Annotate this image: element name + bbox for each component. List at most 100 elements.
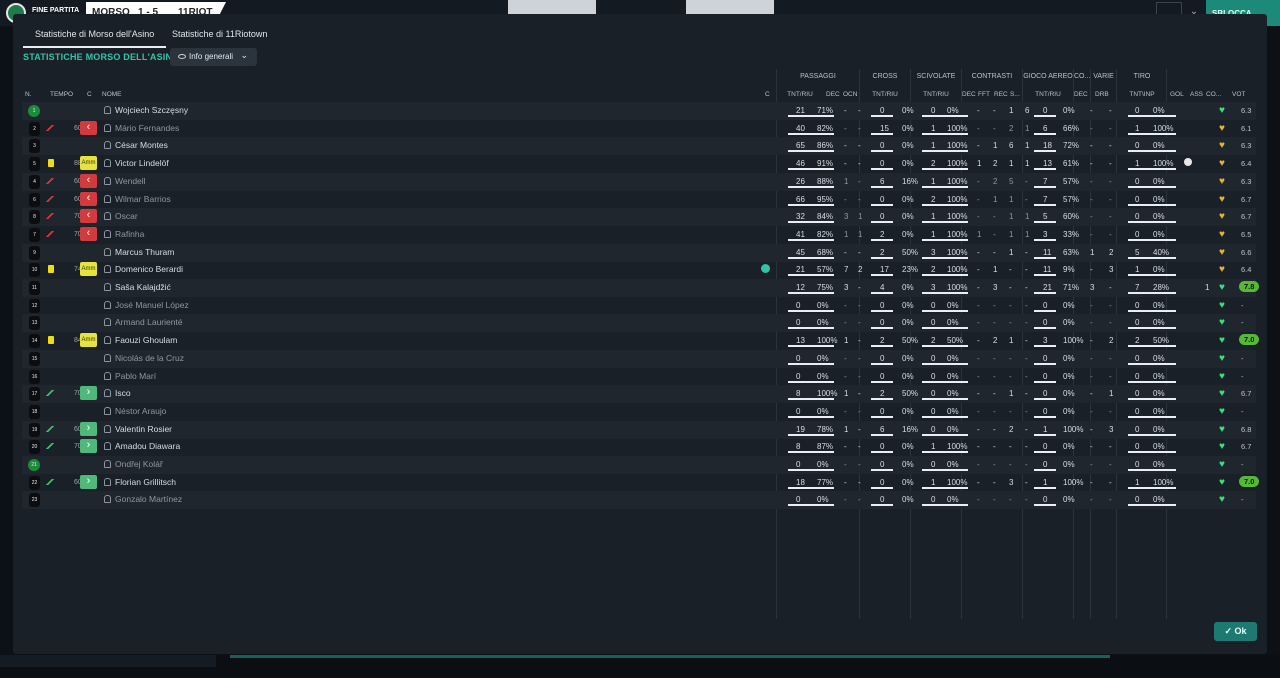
player-name[interactable]: Armand Laurienté [115,317,183,327]
player-name[interactable]: Nicolás de la Cruz [115,353,184,363]
table-row[interactable]: 22 60 › Florian Grillitsch 18 77% - -0 0% 1 100% - -… [22,474,1260,492]
player-name[interactable]: Pablo Marí [115,371,156,381]
player-rating: 6.7 [1241,194,1252,204]
player-name[interactable]: Victor Lindelöf [115,158,169,168]
condition-heart-icon: ♥ [1219,264,1225,276]
col-vot[interactable]: VOT [1232,91,1245,98]
ok-button[interactable]: ✓ Ok [1214,622,1257,641]
view-dropdown[interactable]: Info generali ⌄ [170,48,257,66]
header-cross[interactable]: CROSS [860,73,910,80]
player-name[interactable]: Florian Grillitsch [115,477,176,487]
header-scivolate[interactable]: SCIVOLATE [911,73,961,80]
col-gol[interactable]: GOL [1170,91,1184,98]
stat-pass-attempts: 0 [796,495,801,505]
table-row[interactable]: 770‹Rafinha4182%1120%1100%1-11333%---00%… [22,226,1256,244]
stat-tackle-pct: 100% [947,247,968,257]
stat-tackle-attempts: 2 [931,336,936,346]
stat-pass-dec: - [844,495,847,505]
header-contrasti[interactable]: CONTRASTI [962,73,1022,80]
table-row[interactable]: 12José Manuel López00%--00%00%----00%---… [22,297,1256,315]
player-name[interactable]: Faouzi Ghoulam [115,335,177,345]
stat-air-attempts: 0 [1043,460,1048,469]
stat-pass-ocn: - [858,442,861,452]
stat-pass-attempts: 26 [796,176,805,186]
col-tiro-tntinp[interactable]: TNT\INP [1117,91,1167,98]
table-row[interactable]: 460‹Wendell2688%1-616%1100%-25-757%--200… [22,172,1256,191]
table-row[interactable]: 14 84 Amm Faouzi Ghoulam 13 100% 1-2 50% 2 50% -2 1… [22,332,1260,350]
col-co[interactable]: CO... [1206,91,1221,98]
table-row[interactable]: 2 60 ‹ Mário Fernandes 40 82% - -15 0% 1 100% - -2 1 6… [22,120,1256,138]
table-row[interactable]: 6 60 ‹ Wilmar Barrios 66 95% - -0 0% 2 100% -1 1-7 57… [22,191,1256,209]
col-cont-rec[interactable]: REC [994,91,1008,98]
player-name[interactable]: César Montes [115,140,168,150]
table-row[interactable]: 1 Wojciech Szczęsny 21 71% - -0 0% 0 0% - -1 6 0 0% - -… [22,102,1256,120]
table-row[interactable]: 870‹Oscar3284%3100%1100%--11560%---00%-♥… [22,208,1256,227]
player-name[interactable]: Ondřej Kolář [115,459,163,469]
stat-pass-ocn: - [858,106,861,115]
table-row[interactable]: 13Armand Laurienté00%--00%00%----00%---0… [22,314,1256,333]
header-varie[interactable]: VARIE [1091,73,1116,80]
player-name[interactable]: Wojciech Szczęsny [115,105,188,115]
player-name[interactable]: Marcus Thuram [115,247,174,257]
table-row[interactable]: 19 60 › Valentin Rosier 19 78% 1-6 16% 0 0% - -2-1 1… [22,420,1256,439]
col-cross-tntriu[interactable]: TNT/RIU [860,91,910,98]
stat-contrasti-3: - [1025,300,1028,310]
player-name[interactable]: Mário Fernandes [115,123,179,133]
player-name[interactable]: José Manuel López [115,300,189,310]
table-row[interactable]: 15 Nicolás de la Cruz 0 0% - - 0 0% 0 0% - - - - 0 0% - -… [22,349,1256,368]
player-name[interactable]: Rafinha [115,229,144,239]
table-row[interactable]: 16Pablo Marí00%--00%00%----00%---00%-♥- [22,368,1256,386]
player-rating: - [1241,406,1244,416]
col-ass[interactable]: ASS [1190,91,1203,98]
player-name[interactable]: Néstor Araujo [115,406,167,416]
col-varie-drb[interactable]: DRB [1095,91,1109,98]
header-tiro[interactable]: TIRO [1117,73,1167,80]
player-name[interactable]: Amadou Diawara [115,441,180,451]
col-cont-dec[interactable]: DEC [962,91,976,98]
table-row[interactable]: 5 88 Amm Victor Lindelöf 46 91% - -0 0% 2 100% 1 2 1 1… [22,155,1256,173]
table-row[interactable]: 18Néstor Araujo00%--00%00%----00%---00%-… [22,403,1256,421]
stat-contrasti-3: - [1025,424,1028,434]
col-cont-s[interactable]: S... [1010,91,1020,98]
col-scivolate-tntriu[interactable]: TNT/RIU [911,91,961,98]
player-name[interactable]: Gonzalo Martínez [115,494,182,504]
player-name[interactable]: Domenico Berardi [115,264,183,274]
col-tempo[interactable]: TEMPO [50,91,73,98]
col-number[interactable]: N. [25,91,32,98]
stat-pass-ocn: - [858,247,861,257]
table-row[interactable]: 20 70 › Amadou Diawara 8 87% - -0 0% 1 100% - - - -0 0%… [22,438,1256,456]
header-co[interactable]: CO... [1074,73,1090,80]
header-gioco-aereo[interactable]: GIOCO AEREO [1023,73,1073,80]
player-name[interactable]: Isco [115,388,131,398]
col-cont-fft[interactable]: FFT [978,91,990,98]
table-row[interactable]: 10 74 Amm Domenico Berardi 21 57% 7 2 17 23% 2 100%… [22,261,1256,279]
stat-air-pct: 66% [1063,123,1080,133]
player-name[interactable]: Wendell [115,176,146,186]
tab-away-stats[interactable]: Statistiche di 11Riotown [160,26,279,48]
table-row[interactable]: 11 Saša Kalajdžić 12 75% 3-4 0% 3 100% -3- -21 71%… [22,279,1260,297]
col-pass-dec[interactable]: DEC [826,91,840,98]
tab-home-stats[interactable]: Statistiche di Morso dell'Asino [23,26,167,48]
player-icon [104,106,111,114]
player-name[interactable]: Wilmar Barrios [115,194,171,204]
stat-tackle-pct: 100% [947,176,968,186]
table-row[interactable]: 3César Montes6586%--00%1100%-1611872%---… [22,137,1256,156]
col-nome[interactable]: NOME [102,91,122,98]
col-c[interactable]: C [87,91,92,98]
stat-shot-bar [1128,345,1176,348]
col-pass-ocn[interactable]: OCN [843,91,857,98]
table-row[interactable]: 1770›Isco8100%1-250%00%--1-00%-1-00%-♥6.… [22,385,1256,404]
col-air-tntriu[interactable]: TNT/RIU [1023,91,1073,98]
col-pass-tntriu[interactable]: TNT/RIU [777,91,823,98]
table-row[interactable]: 21Ondřej Kolář00%--00%00%----00%---00%-♥… [22,456,1256,474]
header-passaggi[interactable]: PASSAGGI [777,73,859,80]
col-co-dec[interactable]: DEC [1074,91,1088,98]
col-c2[interactable]: C [765,91,770,98]
table-row[interactable]: 23Gonzalo Martínez00%--00%00%----00%---0… [22,491,1256,510]
stat-contrasti-1: - [993,229,996,239]
stat-contrasti-1: - [993,460,996,469]
player-name[interactable]: Saša Kalajdžić [115,282,171,292]
player-name[interactable]: Valentin Rosier [115,424,172,434]
player-name[interactable]: Oscar [115,211,138,221]
table-row[interactable]: 9 Marcus Thuram 45 68% - -2 50% 3 100% - -1-11 63% 1… [22,243,1256,262]
